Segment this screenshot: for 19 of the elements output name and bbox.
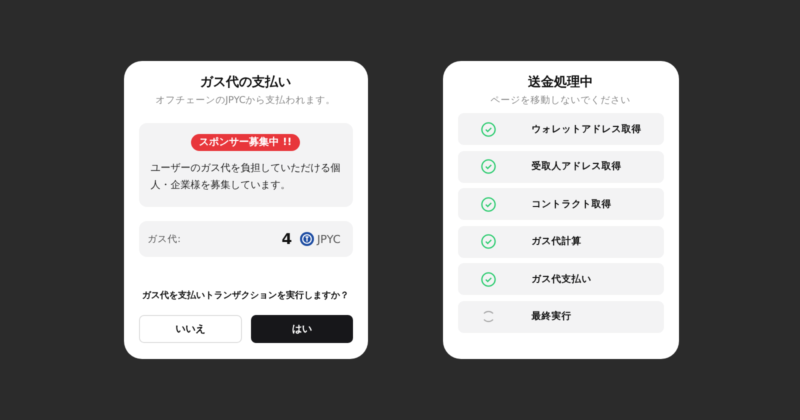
- card-title: ガス代の支払い: [199, 75, 292, 91]
- card-title: 送金処理中: [527, 75, 594, 91]
- step-label: ガス代計算: [532, 235, 582, 248]
- coin-icon: [300, 232, 314, 246]
- step-label: コントラクト取得: [532, 198, 612, 210]
- confirm-question: ガス代を支払いトランザクションを実行しますか？: [141, 289, 350, 302]
- fee-label: ガス代:: [148, 232, 182, 246]
- currency-label: JPYC: [317, 232, 340, 246]
- sponsor-message: ユーザーのガス代を負担していただける個人・企業様を募集しています。: [150, 162, 340, 193]
- step-label: 最終実行: [532, 310, 572, 323]
- fee-amount: 4: [282, 230, 292, 248]
- step-label: ガス代支払い: [532, 272, 592, 286]
- step-label: ウォレットアドレス取得: [532, 122, 642, 136]
- confirm-button[interactable]: はい: [251, 315, 352, 343]
- card-subtitle: ページを移動しないでください: [490, 94, 632, 107]
- sponsor-badge: スポンサー募集中 !!: [191, 134, 300, 151]
- card-subtitle: オフチェーンのJPYCから支払われます。: [154, 94, 337, 107]
- cancel-button[interactable]: いいえ: [138, 315, 242, 343]
- step-label: 受取人アドレス取得: [532, 160, 622, 173]
